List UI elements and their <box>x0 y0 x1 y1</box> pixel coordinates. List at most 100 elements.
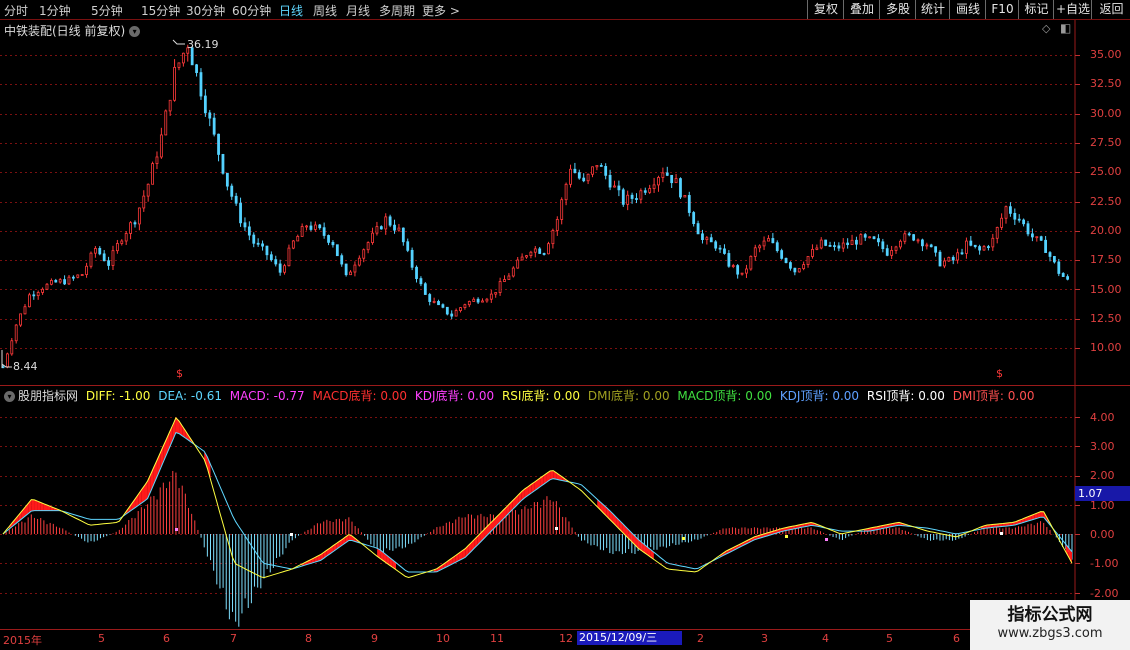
period-tab-15min[interactable]: 15分钟 <box>141 2 180 19</box>
back-button[interactable]: 返回 <box>1091 0 1130 19</box>
signal-dot <box>290 533 293 536</box>
candle-body <box>973 244 977 247</box>
candle-body <box>621 189 625 205</box>
mark-button[interactable]: 标记 <box>1018 0 1054 19</box>
candle-body <box>608 174 612 188</box>
candle-body <box>155 156 159 164</box>
candle-body <box>102 253 106 262</box>
draw-line-button[interactable]: 画线 <box>949 0 986 19</box>
candle-body <box>63 279 66 285</box>
watermark-logo: 指标公式网 www.zbgs3.com <box>970 600 1130 650</box>
candle-body <box>652 184 656 189</box>
candle-body <box>692 212 696 224</box>
indicator-value-dmi-top: DMI顶背: 0.00 <box>952 389 1035 403</box>
candle-body <box>859 234 863 245</box>
candle-body <box>824 239 828 246</box>
high-price-label: 36.19 <box>187 38 219 51</box>
indicator-name[interactable]: 股朋指标网 <box>18 389 78 403</box>
candle-body <box>1013 212 1017 220</box>
candle-body <box>19 313 22 326</box>
add-favorite-button[interactable]: +自选 <box>1053 0 1092 19</box>
candle-body <box>943 260 946 267</box>
period-tab-1min[interactable]: 1分钟 <box>39 2 71 19</box>
candle-body <box>115 243 119 252</box>
candle-body <box>1053 256 1056 263</box>
candle-body <box>274 259 278 265</box>
period-tab-60min[interactable]: 60分钟 <box>232 2 271 19</box>
period-toolbar: 分时 1分钟 5分钟 15分钟 30分钟 60分钟 日线 周线 月线 多周期 更… <box>0 0 1130 20</box>
candle-body <box>503 279 506 282</box>
candle-body <box>313 224 317 230</box>
candle-body <box>247 226 251 236</box>
candle-body <box>626 194 630 205</box>
signal-marker: $ <box>996 367 1003 380</box>
signal-dot <box>682 537 685 540</box>
panel-toggle-icon[interactable]: ◧ <box>1060 21 1071 35</box>
candle-body <box>120 240 124 244</box>
period-tab-fenshi[interactable]: 分时 <box>4 2 28 19</box>
candle-body <box>1022 219 1026 225</box>
indicator-value-macd-top: MACD顶背: 0.00 <box>677 389 772 403</box>
candle-body <box>349 271 352 276</box>
candle-body <box>27 294 31 308</box>
period-tab-multi[interactable]: 多周期 <box>379 2 415 19</box>
candle-body <box>472 298 476 302</box>
indicator-value-macd: MACD: -0.77 <box>229 389 305 403</box>
candle-body <box>481 300 484 303</box>
chart-canvas[interactable]: $ $ <box>0 0 1130 650</box>
high-price-marker <box>172 39 185 45</box>
candle-body <box>815 247 819 250</box>
candle-body <box>159 134 163 158</box>
period-tab-daily[interactable]: 日线 <box>279 2 303 19</box>
chevron-down-icon[interactable]: ▾ <box>129 26 141 37</box>
multi-stock-button[interactable]: 多股 <box>879 0 916 19</box>
price-tick: 27.50 <box>1090 136 1122 149</box>
candle-body <box>555 219 559 231</box>
time-tick: 2 <box>697 632 704 645</box>
candle-body <box>705 237 709 241</box>
candle-body <box>371 232 374 243</box>
candle-body <box>335 244 339 257</box>
indicator-header: ▾ 股朋指标网 DIFF: -1.00 DEA: -0.61 MACD: -0.7… <box>4 387 1039 404</box>
candle-body <box>925 244 929 247</box>
chevron-down-icon[interactable]: ▾ <box>4 391 15 402</box>
candle-body <box>617 185 621 191</box>
candle-body <box>525 255 528 258</box>
candle-body <box>912 234 916 241</box>
candle-body <box>261 243 264 247</box>
period-tab-30min[interactable]: 30分钟 <box>186 2 225 19</box>
candle-body <box>45 283 49 290</box>
candle-body <box>903 233 907 242</box>
candle-body <box>441 304 445 308</box>
candle-body <box>894 246 898 251</box>
candle-body <box>225 172 229 187</box>
statistics-button[interactable]: 统计 <box>915 0 950 19</box>
time-tick: 6 <box>953 632 960 645</box>
period-tab-more[interactable]: 更多 > <box>422 2 460 19</box>
period-tab-monthly[interactable]: 月线 <box>346 2 370 19</box>
indicator-value-kdj-top: KDJ顶背: 0.00 <box>779 389 860 403</box>
period-tab-5min[interactable]: 5分钟 <box>91 2 123 19</box>
candle-body <box>142 195 146 209</box>
candle-body <box>239 202 242 224</box>
candle-body <box>124 233 128 242</box>
candle-body <box>41 288 44 293</box>
diamond-icon[interactable]: ◇ <box>1042 22 1050 35</box>
candle-body <box>67 276 71 285</box>
candle-body <box>221 154 225 174</box>
candle-body <box>929 244 933 248</box>
period-tab-weekly[interactable]: 周线 <box>313 2 337 19</box>
candle-body <box>630 194 634 199</box>
signal-dot <box>555 527 558 530</box>
overlay-button[interactable]: 叠加 <box>843 0 880 19</box>
candle-body <box>1061 273 1065 278</box>
indicator-value-macd-bottom: MACD底背: 0.00 <box>312 389 408 403</box>
candle-body <box>437 301 440 306</box>
candle-body <box>775 242 779 251</box>
f10-button[interactable]: F10 <box>985 0 1019 19</box>
candle-body <box>613 185 616 188</box>
candle-body <box>357 257 361 266</box>
restore-rights-button[interactable]: 复权 <box>807 0 844 19</box>
price-tick: 25.00 <box>1090 165 1122 178</box>
stock-title[interactable]: 中铁装配(日线 前复权) ▾ <box>4 22 141 39</box>
